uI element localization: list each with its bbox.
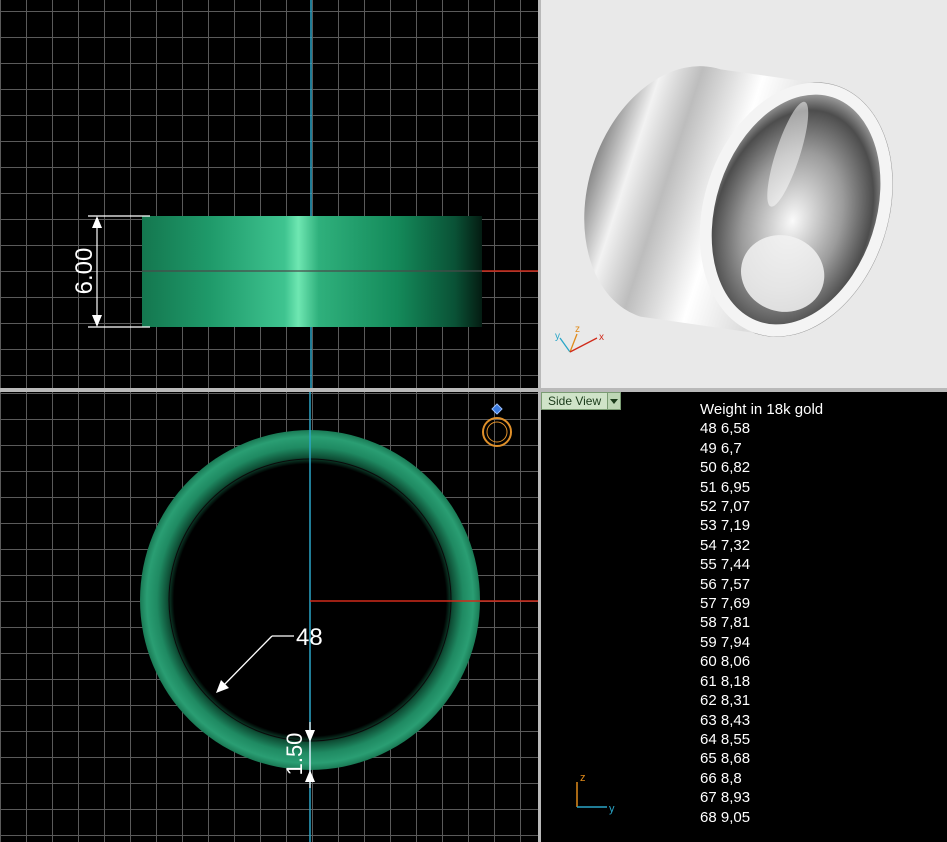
front-viewport[interactable]: 6.00	[0, 0, 538, 388]
axis-y-label: y	[555, 331, 560, 342]
viewport-divider-vertical[interactable]	[538, 0, 541, 842]
perspective-viewport[interactable]: y z x	[541, 0, 947, 388]
height-dimension-label: 6.00	[71, 248, 98, 295]
size-label: 48	[296, 624, 323, 651]
front-view-canvas: 6.00	[71, 0, 538, 388]
side-axis-gizmo	[576, 782, 607, 808]
side-axis-z-label: z	[580, 772, 586, 784]
side-axis-y-label: y	[609, 803, 615, 815]
axis-gizmo	[559, 333, 598, 353]
ring-icon	[482, 403, 512, 447]
top-view-canvas: 48 1.50	[140, 392, 538, 842]
thickness-label: 1.50	[282, 733, 307, 776]
axis-z-label: z	[575, 324, 580, 335]
side-viewport[interactable]: Side View Weight in 18k gold 48 6,58 49 6…	[541, 392, 947, 842]
top-viewport[interactable]: 48 1.50	[0, 392, 538, 842]
axis-x-label: x	[599, 332, 604, 343]
viewport-divider-horizontal[interactable]	[0, 388, 947, 392]
ring-3d	[584, 66, 893, 337]
perspective-view-canvas: y z x	[555, 66, 893, 353]
side-view-canvas: z y	[576, 772, 615, 815]
